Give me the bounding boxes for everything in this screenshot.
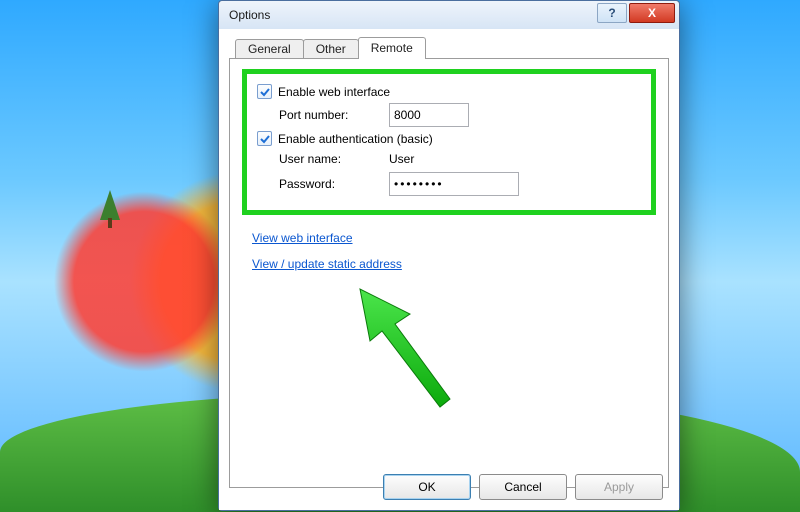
cancel-label: Cancel (504, 480, 541, 494)
tab-remote[interactable]: Remote (358, 37, 426, 59)
view-web-link[interactable]: View web interface (252, 231, 353, 245)
help-button[interactable]: ? (597, 3, 627, 23)
options-dialog: Options ? X General Other Remote Enable … (218, 0, 680, 511)
user-value: User (389, 150, 414, 168)
password-input[interactable] (389, 172, 519, 196)
user-label: User name: (279, 152, 389, 166)
password-label: Password: (279, 177, 389, 191)
apply-label: Apply (604, 480, 634, 494)
enable-web-checkbox[interactable] (257, 84, 272, 99)
titlebar[interactable]: Options ? X (219, 1, 679, 30)
port-input[interactable] (389, 103, 469, 127)
close-icon: X (648, 6, 656, 20)
check-icon (260, 87, 270, 97)
tab-general[interactable]: General (235, 39, 304, 59)
apply-button: Apply (575, 474, 663, 500)
annotation-arrow-icon (340, 279, 470, 409)
check-icon (260, 134, 270, 144)
ok-button[interactable]: OK (383, 474, 471, 500)
enable-auth-label: Enable authentication (basic) (278, 132, 433, 146)
help-icon: ? (608, 6, 615, 20)
window-title: Options (219, 8, 270, 22)
dialog-body: General Other Remote Enable web interfac… (219, 29, 679, 510)
button-bar: OK Cancel Apply (219, 474, 679, 500)
static-address-link[interactable]: View / update static address (252, 257, 402, 271)
ok-label: OK (418, 480, 435, 494)
enable-web-label: Enable web interface (278, 85, 390, 99)
highlight-box: Enable web interface Port number: Enable… (242, 69, 656, 215)
port-label: Port number: (279, 108, 389, 122)
enable-auth-checkbox[interactable] (257, 131, 272, 146)
close-button[interactable]: X (629, 3, 675, 23)
cancel-button[interactable]: Cancel (479, 474, 567, 500)
tab-other[interactable]: Other (303, 39, 359, 59)
tab-strip: General Other Remote (235, 37, 669, 59)
desktop-tree (100, 190, 120, 220)
tab-panel-remote: Enable web interface Port number: Enable… (229, 58, 669, 488)
